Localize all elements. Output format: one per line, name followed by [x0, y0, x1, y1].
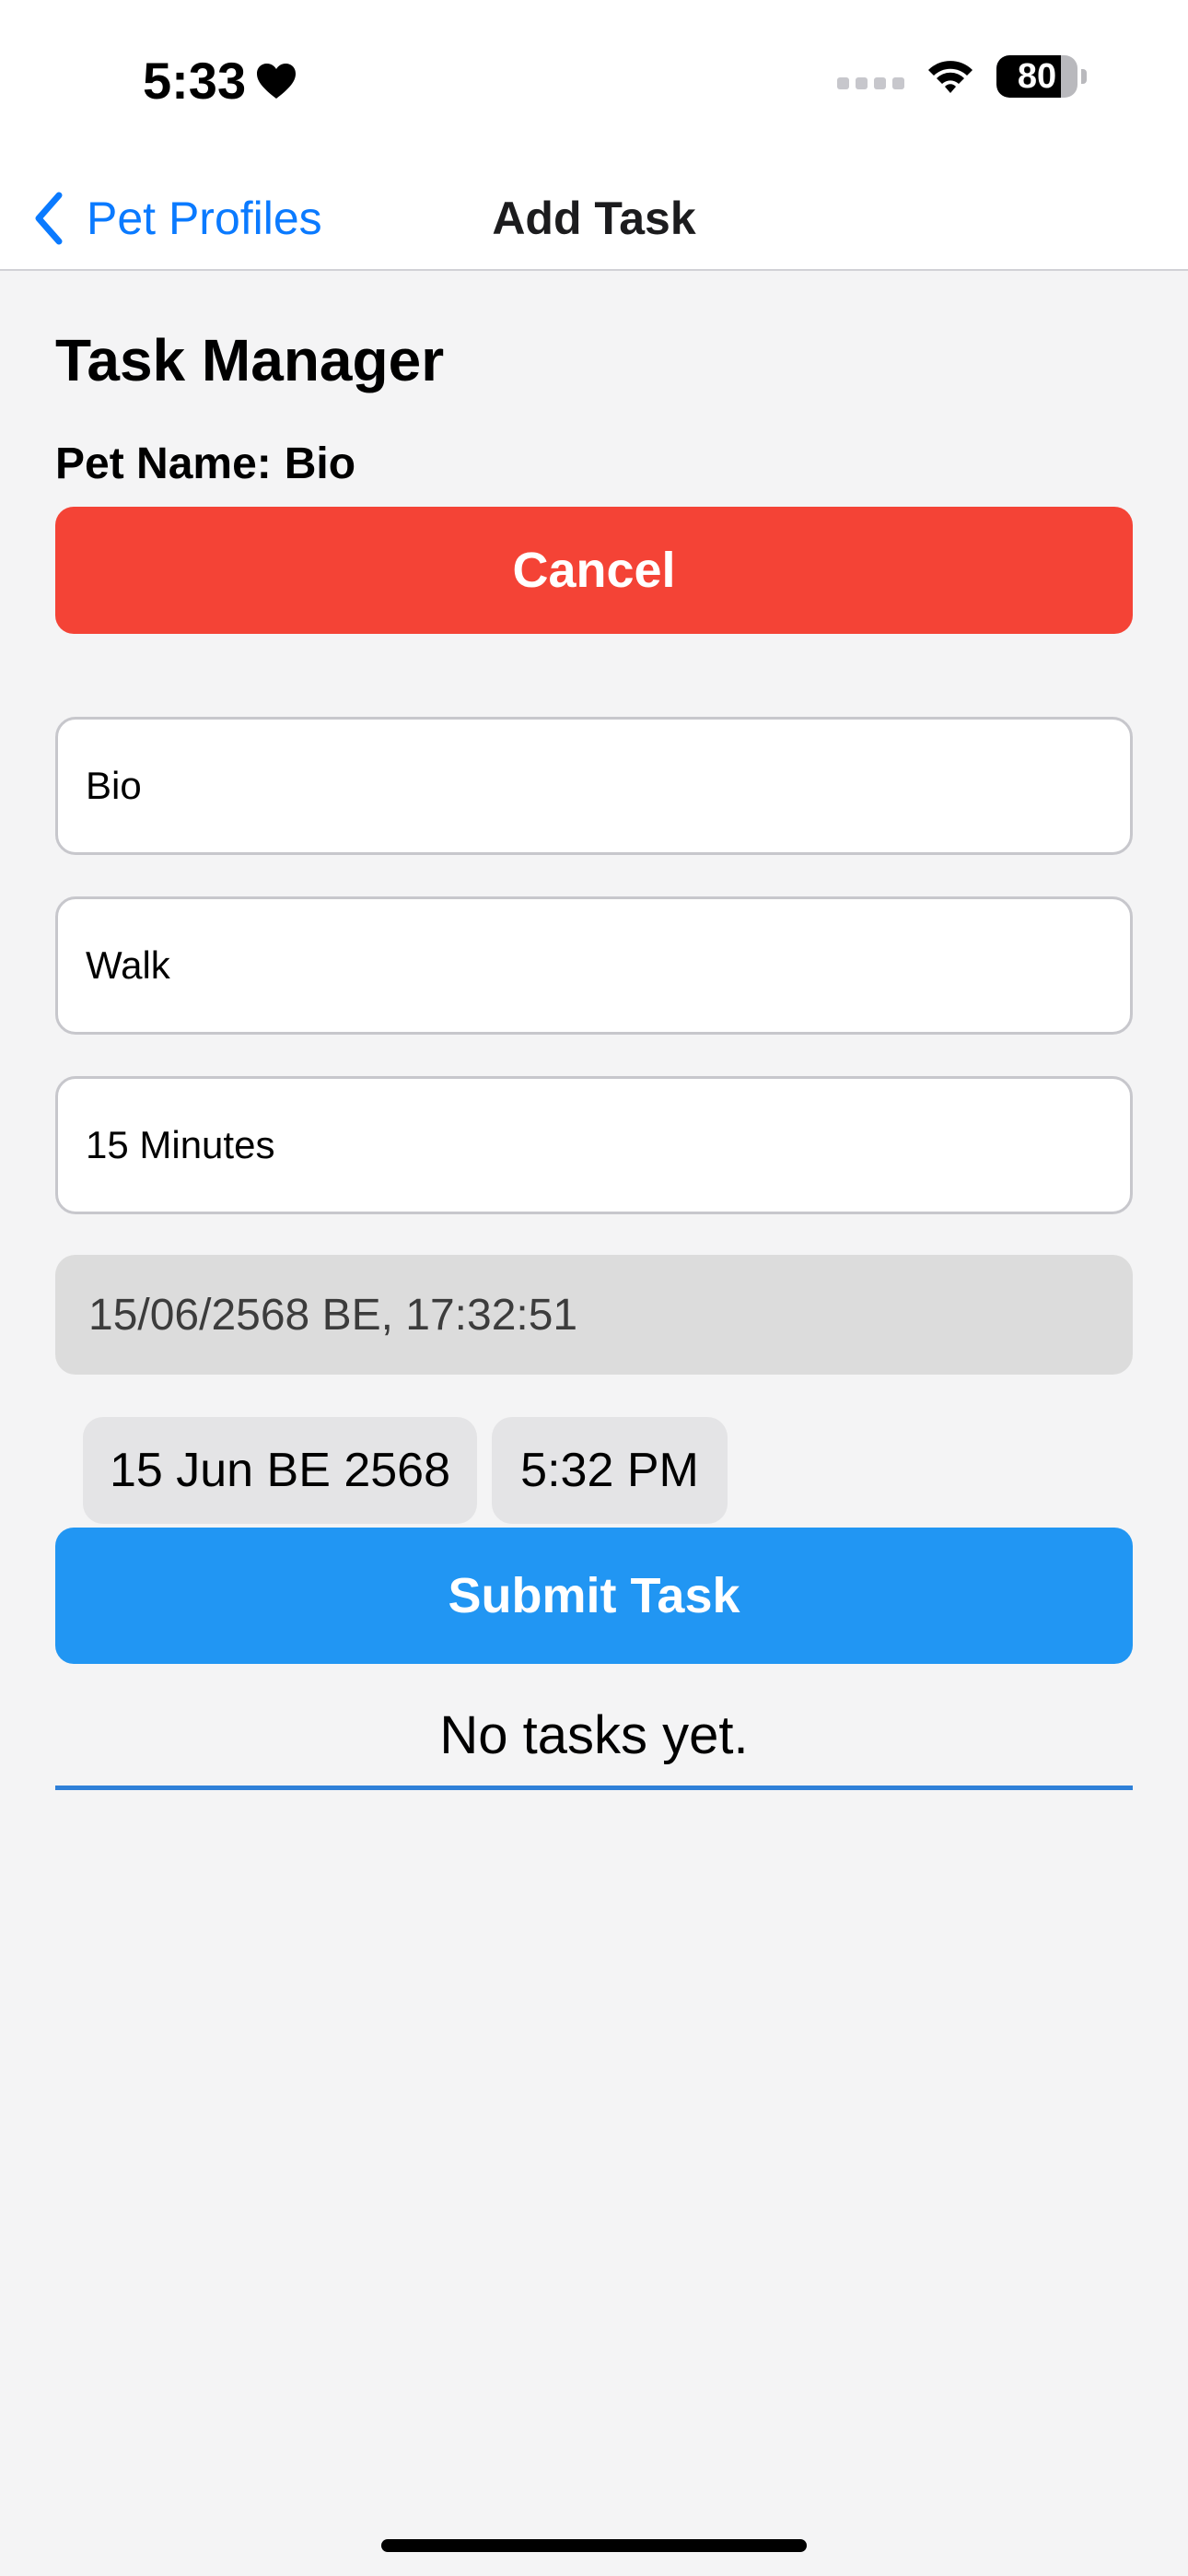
- battery-percentage: 80: [1017, 56, 1057, 96]
- navigation-bar: Pet Profiles Add Task: [0, 166, 1188, 271]
- pet-name-heading: Pet Name: Bio: [55, 439, 355, 489]
- duration-input[interactable]: 15 Minutes: [55, 1076, 1133, 1214]
- divider: [55, 1786, 1133, 1790]
- wifi-icon: [928, 61, 973, 93]
- status-indicators: 80: [837, 55, 1087, 98]
- date-picker[interactable]: 15 Jun BE 2568: [83, 1417, 477, 1524]
- home-indicator[interactable]: [381, 2539, 807, 2552]
- empty-task-list-message: No tasks yet.: [439, 1704, 749, 1765]
- submit-task-button[interactable]: Submit Task: [55, 1528, 1133, 1664]
- page-title: Task Manager: [55, 327, 445, 393]
- heart-icon: [257, 63, 297, 99]
- status-bar: 5:33 80: [0, 0, 1188, 166]
- cancel-button[interactable]: Cancel: [55, 507, 1133, 634]
- cellular-signal-icon: [837, 76, 904, 89]
- battery-icon: 80: [996, 55, 1077, 98]
- task-input[interactable]: Walk: [55, 896, 1133, 1035]
- nav-title: Add Task: [492, 193, 696, 244]
- pet-name-value: Bio: [284, 439, 356, 488]
- pet-name-label: Pet Name:: [55, 439, 272, 488]
- clock-time: 5:33: [143, 52, 247, 110]
- time-picker[interactable]: 5:32 PM: [492, 1417, 728, 1524]
- datetime-display: 15/06/2568 BE, 17:32:51: [55, 1255, 1133, 1375]
- status-time: 5:33: [143, 51, 297, 111]
- pet-name-input[interactable]: Bio: [55, 717, 1133, 855]
